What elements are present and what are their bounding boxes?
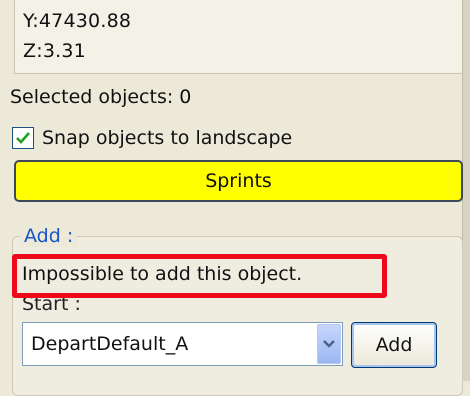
- start-select[interactable]: DepartDefault_A: [22, 322, 343, 366]
- add-button[interactable]: Add: [351, 322, 437, 368]
- start-select-value: DepartDefault_A: [31, 333, 189, 355]
- snap-to-landscape-row[interactable]: Snap objects to landscape: [12, 124, 292, 152]
- snap-checkbox[interactable]: [12, 127, 34, 149]
- error-highlight-box: [12, 254, 387, 298]
- panel-scroll-edge: [462, 0, 470, 381]
- chevron-down-icon: [323, 340, 335, 348]
- y-coordinate: Y:47430.88: [23, 10, 132, 32]
- dropdown-button[interactable]: [317, 324, 341, 364]
- snap-label: Snap objects to landscape: [42, 127, 293, 149]
- z-coordinate: Z:3.31: [23, 40, 86, 62]
- sprints-button[interactable]: Sprints: [14, 160, 463, 202]
- checkmark-icon: [16, 132, 30, 144]
- coordinates-panel: Y:47430.88 Z:3.31: [14, 0, 463, 74]
- selected-objects-count: Selected objects: 0: [10, 86, 192, 108]
- add-legend: Add :: [20, 225, 78, 247]
